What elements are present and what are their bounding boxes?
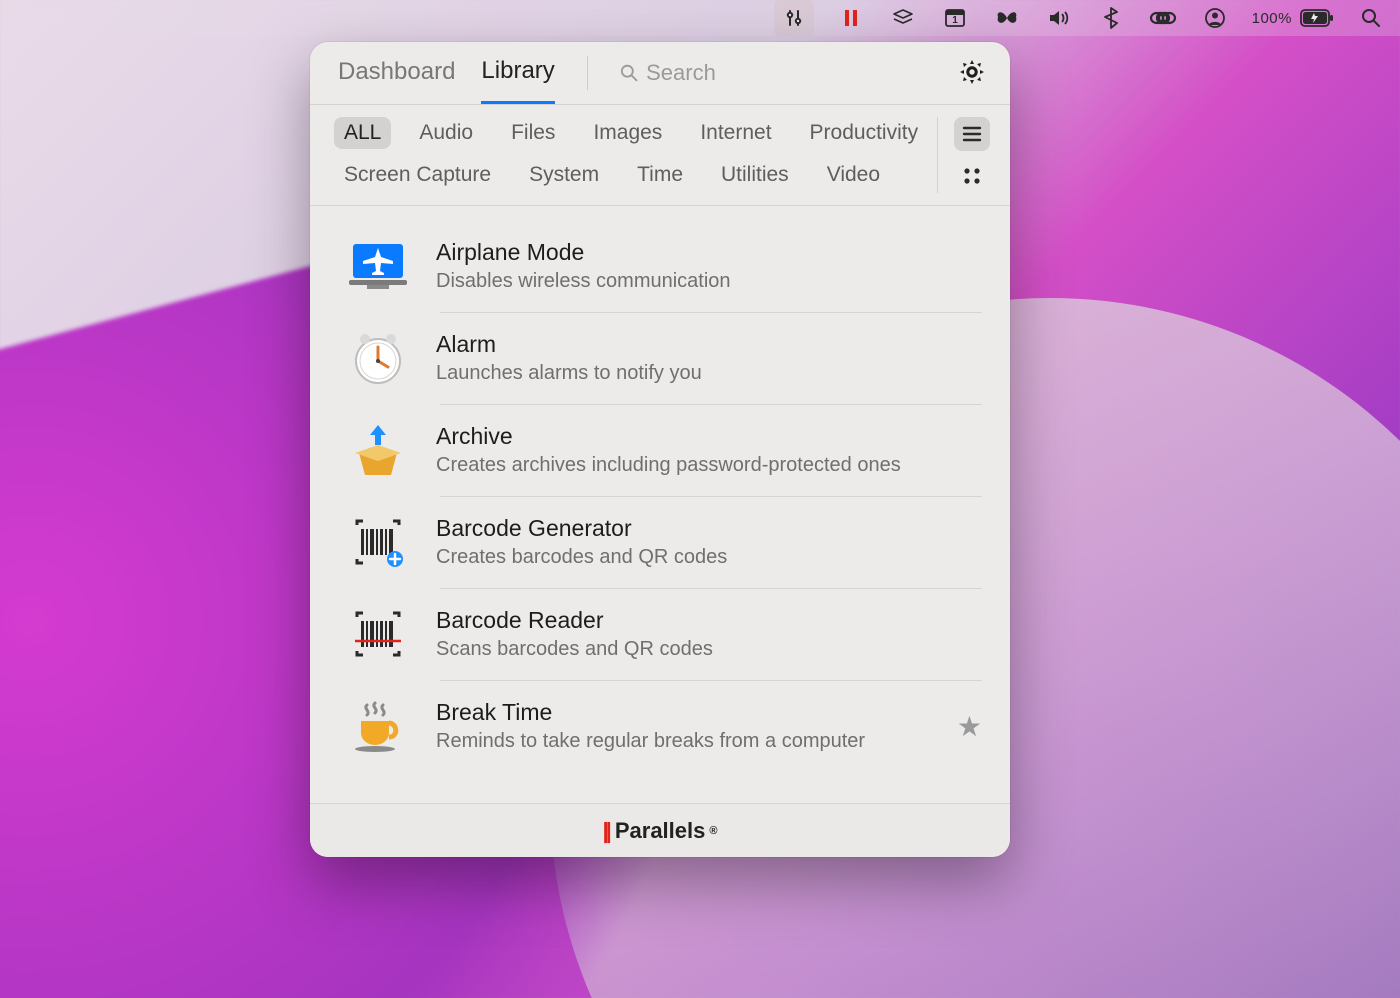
barcode-reader-icon xyxy=(346,602,410,666)
filter-row: ALL Audio Files Images Internet Producti… xyxy=(310,105,1010,206)
parallels-brand: || Parallels® xyxy=(603,818,718,844)
list-item-barcode-generator[interactable]: Barcode Generator Creates barcodes and Q… xyxy=(310,496,1010,588)
view-toggles xyxy=(937,117,990,193)
search-input[interactable] xyxy=(646,60,932,86)
grid-icon xyxy=(963,167,981,185)
menubar-parallels-toolbox-icon[interactable] xyxy=(774,0,814,36)
svg-text:1: 1 xyxy=(952,15,958,26)
filter-productivity[interactable]: Productivity xyxy=(800,117,929,149)
menubar-user-icon[interactable] xyxy=(1200,0,1230,36)
item-desc: Launches alarms to notify you xyxy=(436,362,982,385)
gear-icon xyxy=(958,58,986,86)
menubar-butterfly-icon[interactable] xyxy=(992,0,1022,36)
menubar-parallels-icon[interactable] xyxy=(836,0,866,36)
settings-button[interactable] xyxy=(958,58,990,103)
item-desc: Creates archives including password-prot… xyxy=(436,454,982,477)
tool-list: Airplane Mode Disables wireless communic… xyxy=(310,206,1010,803)
alarm-icon xyxy=(346,326,410,390)
menubar: 1 100% xyxy=(0,0,1400,36)
menubar-battery-icon[interactable] xyxy=(1300,0,1334,36)
search-field[interactable] xyxy=(614,60,932,100)
view-list-button[interactable] xyxy=(954,117,990,151)
list-item-alarm[interactable]: Alarm Launches alarms to notify you xyxy=(310,312,1010,404)
item-title: Barcode Generator xyxy=(436,515,982,542)
filter-time[interactable]: Time xyxy=(627,159,693,191)
item-title: Barcode Reader xyxy=(436,607,982,634)
search-icon xyxy=(620,63,638,83)
item-title: Break Time xyxy=(436,699,921,726)
panel-header: Dashboard Library xyxy=(310,42,1010,105)
list-item-barcode-reader[interactable]: Barcode Reader Scans barcodes and QR cod… xyxy=(310,588,1010,680)
parallels-logo-icon: || xyxy=(603,818,609,844)
filter-internet[interactable]: Internet xyxy=(690,117,781,149)
item-desc: Disables wireless communication xyxy=(436,270,982,293)
toolbox-panel: Dashboard Library ALL Audio Files Images… xyxy=(310,42,1010,857)
menubar-calendar-icon[interactable]: 1 xyxy=(940,0,970,36)
tab-library[interactable]: Library xyxy=(481,57,554,104)
barcode-generator-icon xyxy=(346,510,410,574)
list-item-break-time[interactable]: Break Time Reminds to take regular break… xyxy=(310,680,1010,772)
filter-utilities[interactable]: Utilities xyxy=(711,159,799,191)
filter-all[interactable]: ALL xyxy=(334,117,391,149)
archive-icon xyxy=(346,418,410,482)
menubar-bluetooth-icon[interactable] xyxy=(1096,0,1126,36)
list-icon xyxy=(962,126,982,142)
break-time-icon xyxy=(346,694,410,758)
item-title: Archive xyxy=(436,423,982,450)
list-item-airplane-mode[interactable]: Airplane Mode Disables wireless communic… xyxy=(310,220,1010,312)
item-desc: Creates barcodes and QR codes xyxy=(436,546,982,569)
menubar-spotlight-icon[interactable] xyxy=(1356,0,1386,36)
list-item-archive[interactable]: Archive Creates archives including passw… xyxy=(310,404,1010,496)
filter-screen-capture[interactable]: Screen Capture xyxy=(334,159,501,191)
item-desc: Scans barcodes and QR codes xyxy=(436,638,982,661)
filter-system[interactable]: System xyxy=(519,159,609,191)
filter-images[interactable]: Images xyxy=(583,117,672,149)
view-grid-button[interactable] xyxy=(954,159,990,193)
filter-audio[interactable]: Audio xyxy=(409,117,483,149)
divider xyxy=(587,56,588,90)
menubar-battery-percent[interactable]: 100% xyxy=(1252,0,1292,36)
airplane-mode-icon xyxy=(346,234,410,298)
item-desc: Reminds to take regular breaks from a co… xyxy=(436,730,921,753)
item-title: Airplane Mode xyxy=(436,239,982,266)
filter-files[interactable]: Files xyxy=(501,117,565,149)
panel-footer: || Parallels® xyxy=(310,803,1010,857)
item-title: Alarm xyxy=(436,331,982,358)
menubar-stack-icon[interactable] xyxy=(888,0,918,36)
tab-dashboard[interactable]: Dashboard xyxy=(338,58,455,102)
brand-text: Parallels xyxy=(615,818,706,844)
menubar-link-icon[interactable] xyxy=(1148,0,1178,36)
favorite-star-icon[interactable]: ★ xyxy=(947,710,982,743)
menubar-volume-icon[interactable] xyxy=(1044,0,1074,36)
filter-video[interactable]: Video xyxy=(817,159,890,191)
filter-tags: ALL Audio Files Images Internet Producti… xyxy=(334,117,929,191)
